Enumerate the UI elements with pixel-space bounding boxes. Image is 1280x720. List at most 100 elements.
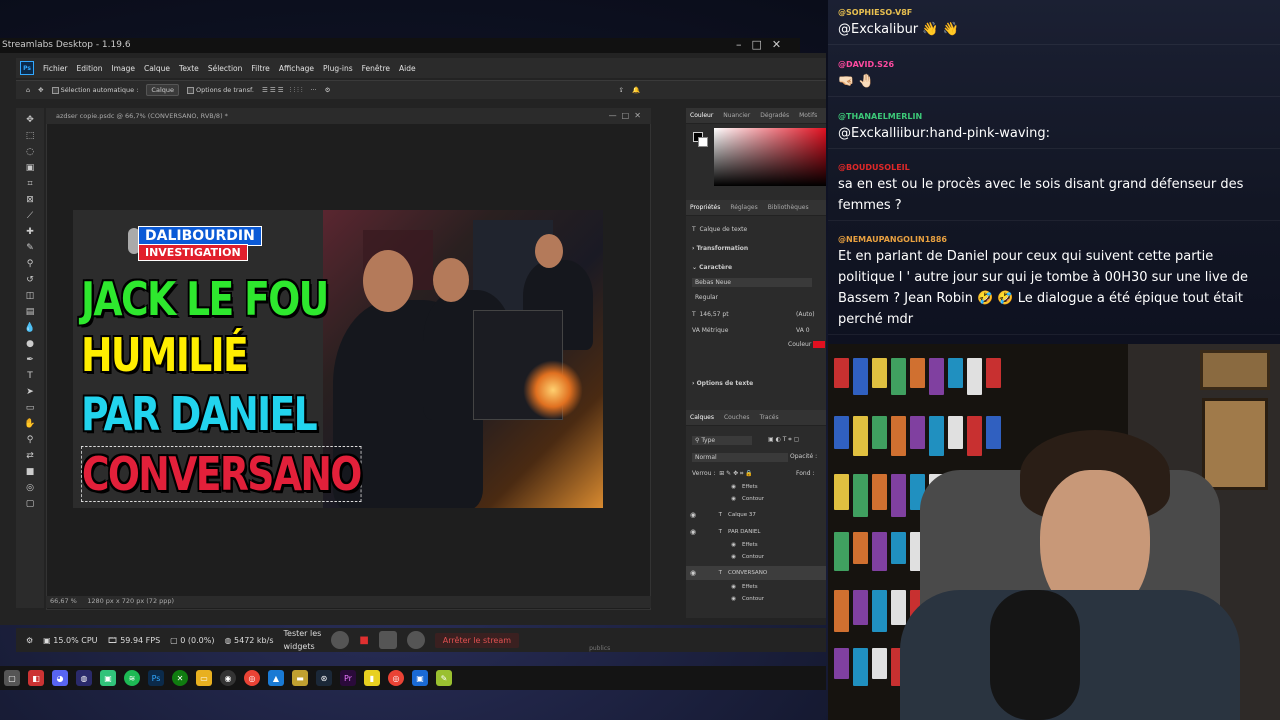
layer-filter-dropdown[interactable]: ⚲ Type <box>692 436 752 445</box>
marquee-icon[interactable]: ⬚ <box>24 130 36 143</box>
auto-select-checkbox[interactable]: Sélection automatique : <box>51 86 138 94</box>
eraser-icon[interactable]: ◫ <box>24 290 36 303</box>
app-icon-3[interactable]: ◉ <box>220 670 236 686</box>
chrome-icon[interactable]: ◎ <box>244 670 260 686</box>
shape-icon[interactable]: ▭ <box>24 402 36 415</box>
zoom-level[interactable]: 66,67 % <box>50 597 77 605</box>
text-color-swatch[interactable] <box>813 341 826 348</box>
screen-mode-icon[interactable]: ▢ <box>24 498 36 511</box>
tab-motifs[interactable]: Motifs <box>799 112 817 119</box>
zoom-icon[interactable]: ⚲ <box>24 434 36 447</box>
close-icon[interactable]: ✕ <box>772 38 781 51</box>
leading-field[interactable]: (Auto) <box>796 311 815 318</box>
menu-calque[interactable]: Calque <box>144 64 170 73</box>
background-swatch[interactable] <box>698 137 708 147</box>
home-icon[interactable]: ⌂ <box>26 86 30 94</box>
menu-selection[interactable]: Sélection <box>208 64 243 73</box>
text-color[interactable]: Couleur <box>788 341 826 348</box>
menu-aide[interactable]: Aide <box>399 64 416 73</box>
pen-icon[interactable]: ✒ <box>24 354 36 367</box>
window-icon[interactable]: ▢ <box>4 670 20 686</box>
eyedropper-icon[interactable]: ⟋ <box>24 210 36 223</box>
frame-icon[interactable]: ⊠ <box>24 194 36 207</box>
kerning-field[interactable]: VA Métrique <box>692 327 728 334</box>
layer-filter-icons[interactable]: ▣ ◐ T ⌗ ▢ <box>768 436 799 444</box>
eye-icon[interactable]: ◉ <box>686 569 700 577</box>
app-icon-4[interactable]: ▬ <box>292 670 308 686</box>
dodge-icon[interactable]: ● <box>24 338 36 351</box>
more-icon[interactable]: ··· <box>310 86 316 94</box>
xbox-icon[interactable]: ✕ <box>172 670 188 686</box>
select-icon[interactable]: ▣ <box>24 162 36 175</box>
layer-row[interactable]: ◉ T Calque 37 <box>686 508 826 522</box>
maximize-icon[interactable]: □ <box>752 38 762 51</box>
history-brush-icon[interactable]: ↺ <box>24 274 36 287</box>
menu-fichier[interactable]: Fichier <box>43 64 68 73</box>
menu-plugins[interactable]: Plug-ins <box>323 64 353 73</box>
stop-record-icon[interactable]: ■ <box>359 635 368 646</box>
crop-icon[interactable]: ⌗ <box>24 178 36 191</box>
menu-edition[interactable]: Edition <box>77 64 103 73</box>
color-picker-field[interactable] <box>714 128 826 186</box>
menu-image[interactable]: Image <box>111 64 135 73</box>
layer-row[interactable]: ◉ Contour <box>686 492 826 506</box>
steam-icon[interactable]: ⊛ <box>316 670 332 686</box>
app-icon-2[interactable]: ◍ <box>76 670 92 686</box>
blend-mode-dropdown[interactable]: Normal <box>692 453 788 462</box>
close-icon[interactable]: — □ ✕ <box>609 111 641 120</box>
document-tab[interactable]: azdser copie.psdc @ 66,7% (CONVERSANO, R… <box>46 108 651 124</box>
minimize-icon[interactable]: – <box>736 38 742 51</box>
font-size-field[interactable]: T 146,57 pt <box>692 311 729 318</box>
eye-icon[interactable]: ◉ <box>686 528 700 536</box>
align-icons[interactable]: ☰ ☰ ☰ ⫶ ⫶ ⫶ ⫶ <box>262 86 303 95</box>
app-icon-7[interactable]: ✎ <box>436 670 452 686</box>
text-icon[interactable]: T <box>24 370 36 383</box>
chrome-icon-2[interactable]: ◎ <box>388 670 404 686</box>
tab-couches[interactable]: Couches <box>724 414 750 421</box>
tab-proprietes[interactable]: Propriétés <box>690 204 720 211</box>
gradient-icon[interactable]: ▤ <box>24 306 36 319</box>
hand-icon[interactable]: ✋ <box>24 418 36 431</box>
premiere-icon[interactable]: Pr <box>340 670 356 686</box>
layer-row[interactable]: ◉ T PAR DANIEL <box>686 525 826 539</box>
gear-icon[interactable]: ⚙ <box>325 86 331 94</box>
menu-affichage[interactable]: Affichage <box>279 64 314 73</box>
layer-row[interactable]: ◉ T CONVERSANO <box>686 566 826 580</box>
thumbnail-canvas[interactable]: DALIBOURDIN INVESTIGATION JACK LE FOU HU… <box>73 210 603 508</box>
caractere-section[interactable]: ⌄ Caractère <box>692 264 732 271</box>
tab-degrades[interactable]: Dégradés <box>760 112 789 119</box>
test-widgets-button[interactable]: Tester les widgets <box>284 627 322 653</box>
photos-icon[interactable]: ▲ <box>268 670 284 686</box>
eye-icon[interactable]: ◉ <box>686 511 700 519</box>
layer-row[interactable]: ◉ Contour <box>686 550 826 564</box>
text-options-section[interactable]: › Options de texte <box>692 380 753 387</box>
app-icon-1[interactable]: ◧ <box>28 670 44 686</box>
replay-buffer-icon[interactable] <box>378 631 397 649</box>
photoshop-icon[interactable]: Ps <box>148 670 164 686</box>
bell-icon[interactable]: 🔔 <box>632 86 640 94</box>
spotify-icon[interactable]: ≋ <box>124 670 140 686</box>
heal-icon[interactable]: ✚ <box>24 226 36 239</box>
tab-calques[interactable]: Calques <box>690 414 714 421</box>
discord-icon[interactable]: ◕ <box>52 670 68 686</box>
layer-row[interactable]: ◉ Contour <box>686 592 826 606</box>
tab-nuancier[interactable]: Nuancier <box>723 112 750 119</box>
font-style-dropdown[interactable]: Regular <box>692 294 752 301</box>
record-button[interactable] <box>331 631 350 649</box>
settings-icon[interactable]: ⚙ <box>26 636 33 645</box>
transform-checkbox[interactable]: Options de transf. <box>187 86 254 94</box>
swap-colors-icon[interactable]: ⇄ <box>24 450 36 463</box>
menu-filtre[interactable]: Filtre <box>251 64 269 73</box>
menu-texte[interactable]: Texte <box>179 64 199 73</box>
transformation-section[interactable]: › Transformation <box>692 245 748 252</box>
path-select-icon[interactable]: ➤ <box>24 386 36 399</box>
move-tool-icon[interactable]: ✥ <box>38 86 43 94</box>
menu-fenetre[interactable]: Fenêtre <box>362 64 390 73</box>
folder-icon[interactable]: ▭ <box>196 670 212 686</box>
stop-stream-button[interactable]: Arrêter le stream <box>434 632 520 648</box>
tab-couleur[interactable]: Couleur <box>690 112 713 119</box>
color-swatch-icon[interactable]: ■ <box>24 466 36 479</box>
camera-icon[interactable] <box>406 631 425 649</box>
share-icon[interactable]: ⇪ <box>618 86 623 94</box>
lasso-icon[interactable]: ◌ <box>24 146 36 159</box>
